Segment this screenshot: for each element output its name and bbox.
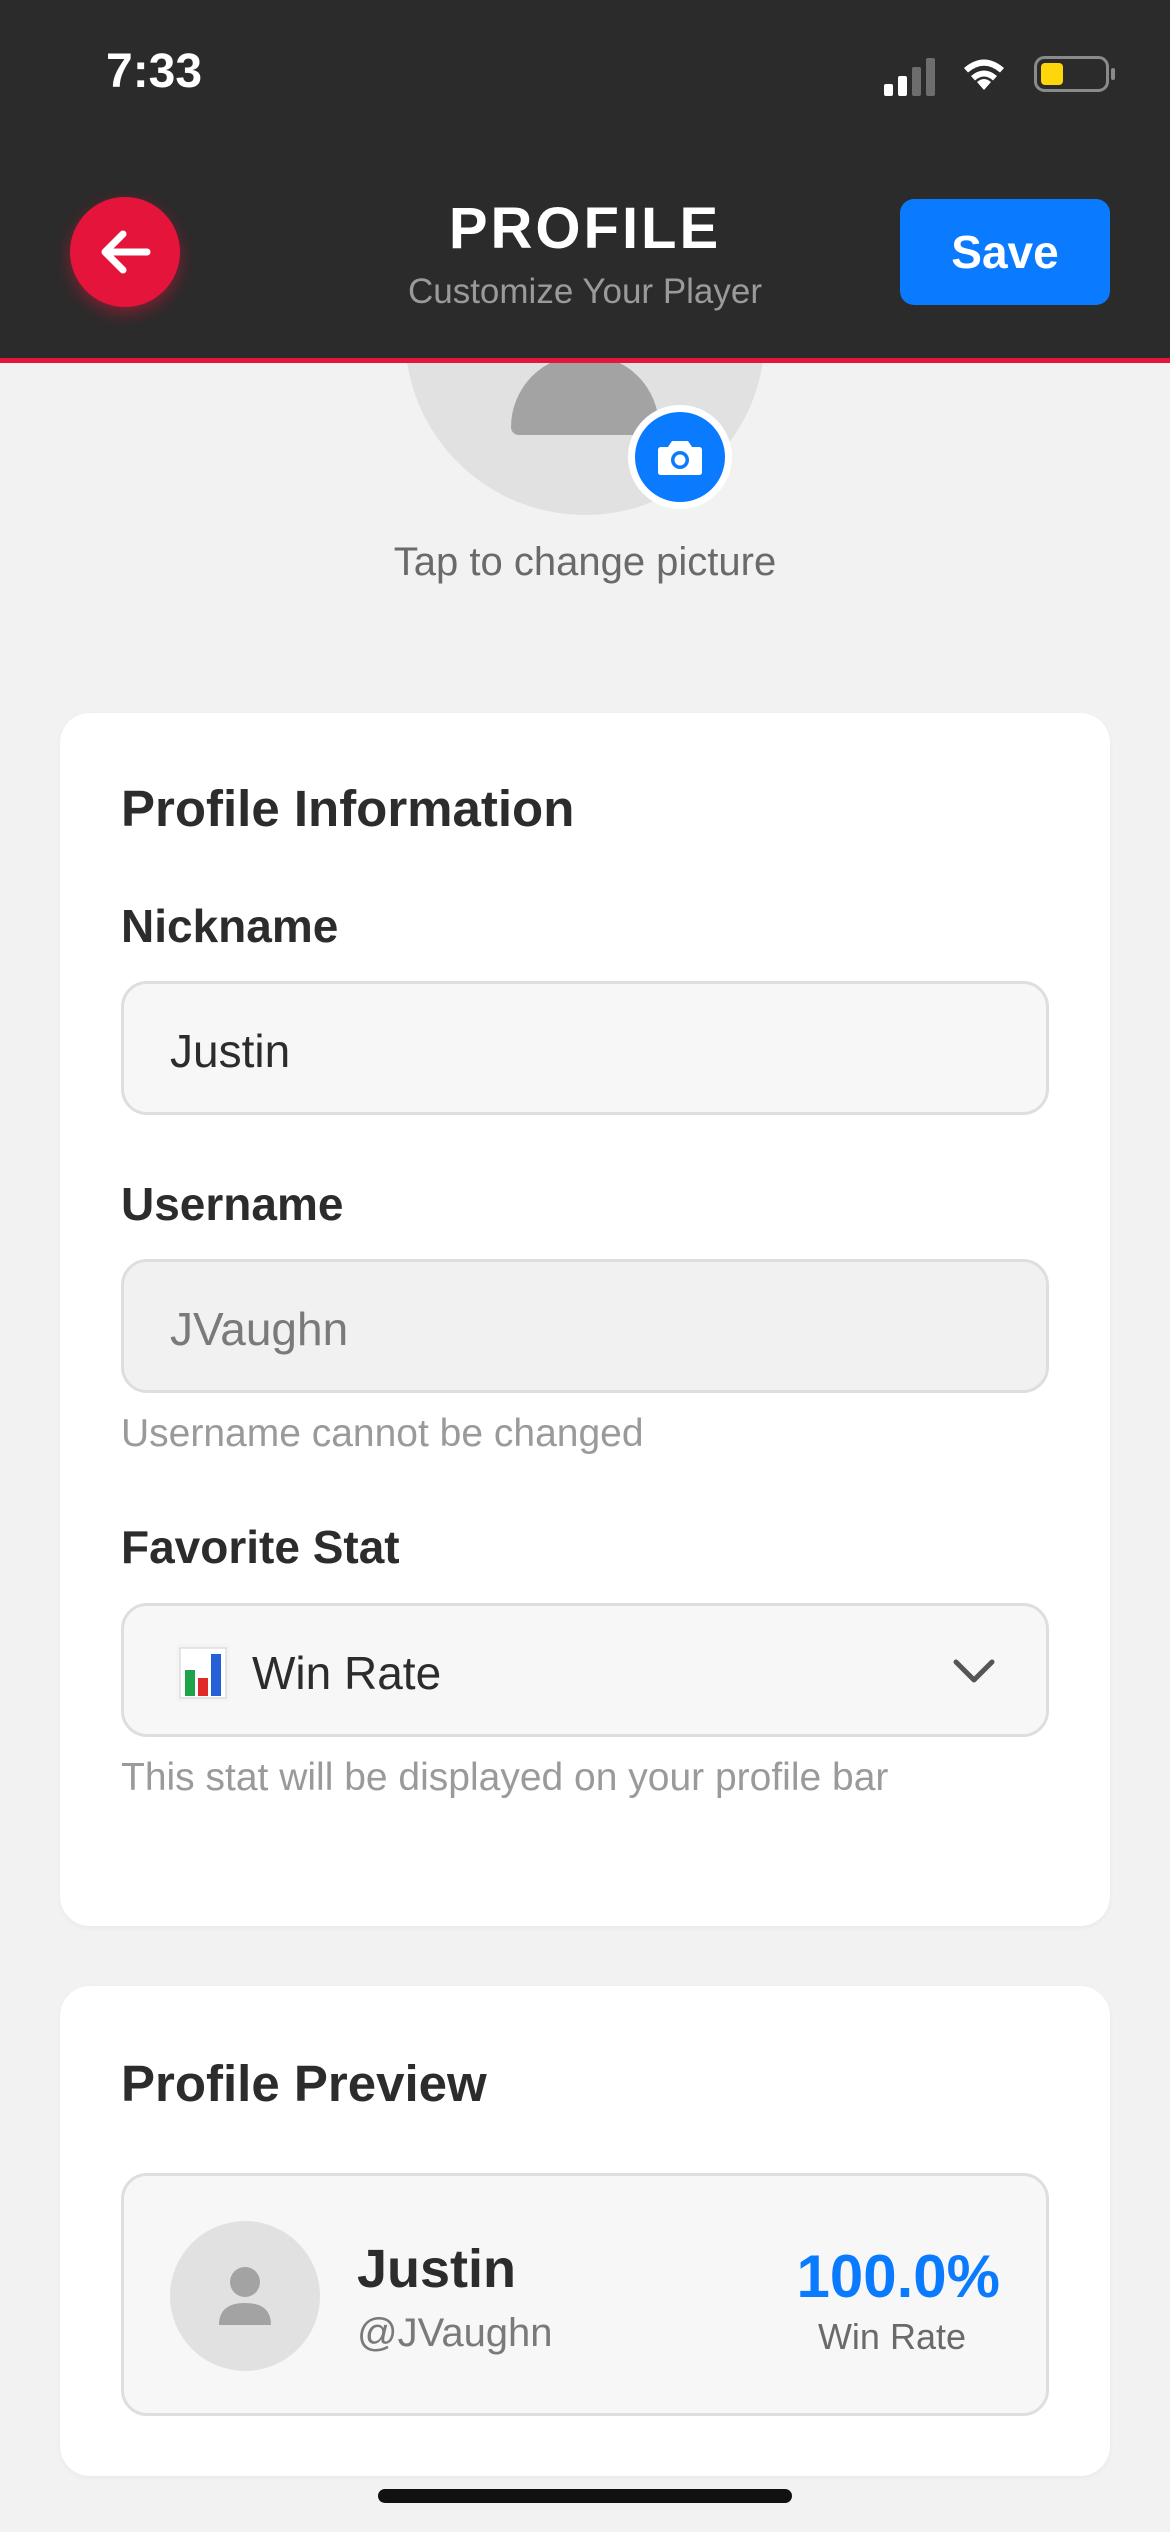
username-label: Username	[121, 1178, 344, 1230]
change-photo-button[interactable]	[628, 405, 732, 509]
favorite-stat-label: Favorite Stat	[121, 1521, 400, 1573]
username-field: JVaughn	[121, 1259, 1049, 1393]
nickname-value: Justin	[170, 1025, 291, 1077]
home-indicator[interactable]	[378, 2489, 792, 2503]
avatar-silhouette	[511, 355, 659, 435]
profile-information-card: Profile Information Nickname Justin User…	[60, 713, 1110, 1926]
favorite-stat-helper: This stat will be displayed on your prof…	[121, 1756, 889, 1799]
card-title: Profile Preview	[121, 2055, 487, 2112]
avatar	[170, 2221, 320, 2371]
preview-handle: @JVaughn	[357, 2311, 553, 2355]
favorite-stat-select[interactable]: Win Rate	[121, 1603, 1049, 1737]
nickname-field[interactable]: Justin	[121, 981, 1049, 1115]
change-picture-hint[interactable]: Tap to change picture	[0, 540, 1170, 585]
card-title: Profile Information	[121, 780, 575, 837]
wifi-icon	[964, 59, 1004, 90]
username-helper: Username cannot be changed	[121, 1412, 644, 1455]
battery-icon	[1034, 56, 1115, 92]
bar-chart-icon	[176, 1644, 230, 1702]
profile-preview-card: Profile Preview Justin @JVaughn 100.0% W…	[60, 1986, 1110, 2476]
preview-name: Justin	[357, 2239, 517, 2299]
save-button[interactable]: Save	[900, 199, 1110, 305]
camera-icon	[658, 441, 702, 475]
chevron-down-icon	[953, 1659, 995, 1683]
profile-preview-bar: Justin @JVaughn 100.0% Win Rate	[121, 2173, 1049, 2416]
preview-stat-value: 100.0%	[796, 2243, 1001, 2310]
nickname-label: Nickname	[121, 900, 339, 952]
person-icon	[219, 2267, 271, 2325]
status-icons	[856, 52, 1116, 96]
header-bar: 7:33 PROFILE Customize Your Player Save	[0, 0, 1170, 363]
preview-stat-label: Win Rate	[817, 2316, 966, 2357]
cellular-signal-icon	[884, 58, 935, 96]
favorite-stat-value: Win Rate	[252, 1647, 442, 1699]
status-time: 7:33	[106, 45, 203, 98]
username-value: JVaughn	[170, 1303, 349, 1355]
